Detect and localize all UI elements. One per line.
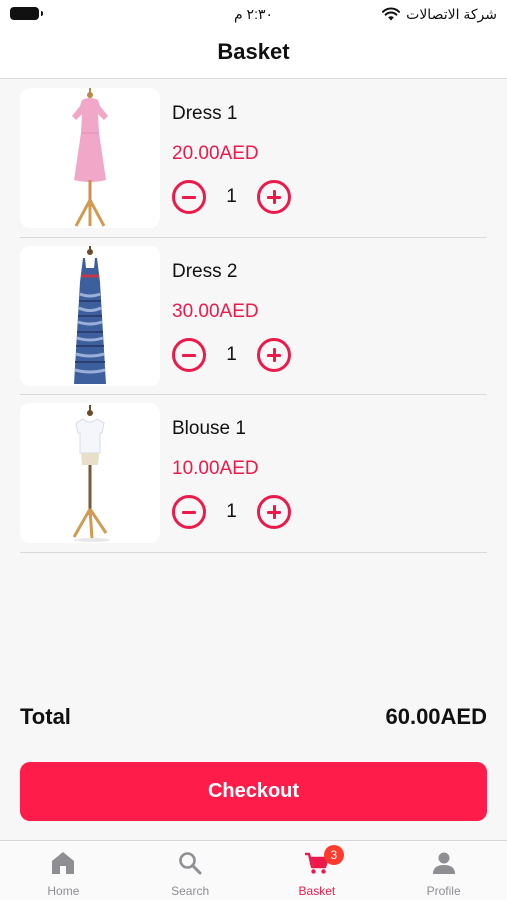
- minus-icon: [182, 511, 196, 514]
- decrease-quantity-button[interactable]: [172, 180, 206, 214]
- carrier-info: شركة الاتصالات: [382, 4, 497, 24]
- quantity-value: 1: [226, 501, 237, 522]
- basket-item: Blouse 1 10.00AED 1: [20, 395, 487, 553]
- wifi-icon: [382, 7, 401, 21]
- tab-home[interactable]: Home: [0, 841, 127, 900]
- cart-count-badge: 3: [323, 845, 344, 865]
- product-image[interactable]: [20, 403, 160, 543]
- quantity-stepper: 1: [172, 180, 291, 214]
- search-icon: [179, 852, 202, 875]
- tab-label: Basket: [298, 884, 336, 898]
- tab-label: Profile: [426, 884, 461, 898]
- total-row: Total 60.00AED: [20, 704, 487, 734]
- quantity-stepper: 1: [172, 337, 291, 372]
- checkout-button[interactable]: Checkout: [20, 762, 487, 821]
- tab-label: Search: [171, 884, 210, 898]
- item-price: 30.00AED: [172, 300, 259, 322]
- basket-item: Dress 2 30.00AED 1: [20, 238, 487, 395]
- item-name: Dress 1: [172, 103, 238, 124]
- basket-list: Dress 1 20.00AED 1 Dress 2 30.00AED 1 Bl…: [0, 80, 507, 553]
- tab-label: Home: [47, 884, 80, 898]
- pink-dress-image: [72, 88, 108, 227]
- item-name: Dress 2: [172, 260, 238, 282]
- page-title: Basket: [217, 39, 290, 64]
- status-bar: ٢:٣٠ م شركة الاتصالات: [0, 0, 507, 30]
- profile-icon: [432, 852, 455, 874]
- quantity-value: 1: [226, 186, 237, 207]
- tab-bar: Home Search 3 Basket Profile: [0, 840, 507, 900]
- tab-search[interactable]: Search: [127, 841, 254, 900]
- navigation-bar: Basket: [0, 30, 507, 79]
- product-image[interactable]: [20, 88, 160, 228]
- white-blouse-image: [72, 405, 110, 542]
- item-price: 10.00AED: [172, 458, 259, 479]
- decrease-quantity-button[interactable]: [172, 495, 206, 529]
- tab-basket[interactable]: 3 Basket: [254, 841, 381, 900]
- carrier-name: شركة الاتصالات: [406, 5, 497, 22]
- increase-quantity-button[interactable]: [257, 180, 291, 214]
- item-name: Blouse 1: [172, 418, 246, 439]
- minus-icon: [182, 196, 196, 199]
- item-price: 20.00AED: [172, 143, 259, 164]
- quantity-value: 1: [226, 343, 237, 365]
- minus-icon: [182, 353, 196, 357]
- basket-item: Dress 1 20.00AED 1: [20, 80, 487, 238]
- increase-quantity-button[interactable]: [257, 495, 291, 529]
- blue-maxi-dress-image: [74, 245, 106, 384]
- home-icon: [52, 852, 75, 874]
- decrease-quantity-button[interactable]: [172, 337, 206, 372]
- total-value: 60.00AED: [385, 704, 487, 729]
- increase-quantity-button[interactable]: [257, 337, 291, 372]
- quantity-stepper: 1: [172, 495, 291, 529]
- product-image[interactable]: [20, 245, 160, 386]
- tab-profile[interactable]: Profile: [380, 841, 507, 900]
- total-label: Total: [20, 704, 71, 729]
